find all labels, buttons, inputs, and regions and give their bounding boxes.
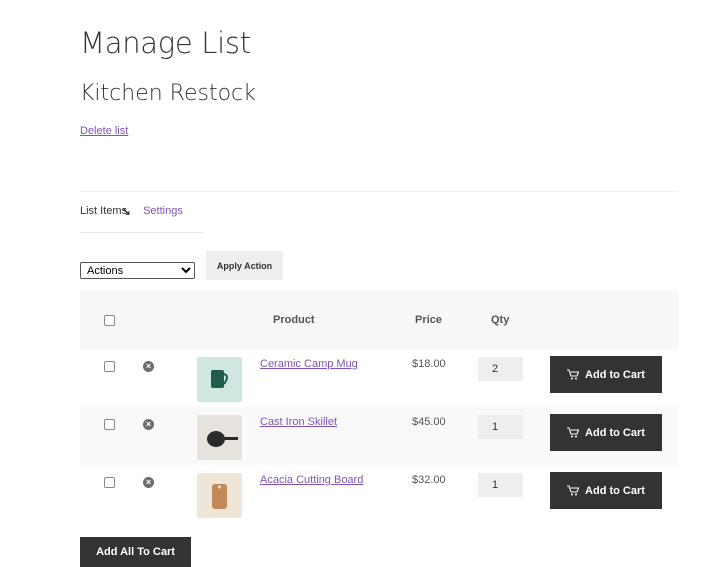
- add-to-cart-button[interactable]: Add to Cart: [550, 472, 662, 509]
- remove-item-icon[interactable]: ×: [143, 419, 154, 430]
- product-thumbnail[interactable]: [197, 473, 242, 518]
- add-to-cart-label: Add to Cart: [585, 368, 645, 381]
- tab-bar: List Items Settings: [80, 205, 183, 233]
- row-checkbox[interactable]: [104, 477, 115, 488]
- row-checkbox[interactable]: [104, 419, 115, 430]
- add-to-cart-button[interactable]: Add to Cart: [550, 414, 662, 451]
- add-to-cart-label: Add to Cart: [585, 484, 645, 497]
- skillet-icon: [207, 431, 238, 447]
- delete-list-link[interactable]: Delete list: [80, 125, 128, 137]
- table-header: Product Price Qty: [80, 291, 678, 349]
- bulk-actions-select[interactable]: Actions: [80, 262, 195, 279]
- header-qty: Qty: [491, 314, 510, 326]
- cart-icon: [567, 427, 580, 438]
- header-price: Price: [415, 314, 442, 326]
- list-name: Kitchen Restock: [80, 81, 256, 106]
- remove-item-icon[interactable]: ×: [143, 477, 154, 488]
- mouse-cursor-icon: ↘: [121, 204, 132, 218]
- header-product: Product: [273, 314, 315, 326]
- divider: [80, 191, 678, 192]
- product-thumbnail[interactable]: [197, 357, 242, 402]
- product-price: $32.00: [412, 474, 446, 486]
- add-to-cart-button[interactable]: Add to Cart: [550, 356, 662, 393]
- table-row: × Cast Iron Skillet $45.00 1 Add to Cart: [80, 407, 678, 465]
- table-row: × Acacia Cutting Board $32.00 1 Add to C…: [80, 465, 678, 523]
- page-title: Manage List: [80, 26, 251, 60]
- product-thumbnail[interactable]: [197, 415, 242, 460]
- product-price: $45.00: [412, 416, 446, 428]
- cart-icon: [567, 369, 580, 380]
- wishlist-table: Product Price Qty × Ceramic Camp Mug $18…: [80, 291, 678, 523]
- tab-settings[interactable]: Settings: [143, 205, 183, 233]
- cutting-board-icon: [212, 484, 227, 509]
- product-link[interactable]: Cast Iron Skillet: [260, 416, 337, 428]
- cart-icon: [567, 485, 580, 496]
- quantity-input[interactable]: 2: [478, 357, 523, 381]
- mug-icon: [211, 370, 228, 388]
- remove-item-icon[interactable]: ×: [143, 361, 154, 372]
- tab-underline: [80, 232, 204, 233]
- select-all-checkbox[interactable]: [104, 315, 115, 326]
- row-checkbox[interactable]: [104, 361, 115, 372]
- quantity-input[interactable]: 1: [478, 415, 523, 439]
- apply-action-button[interactable]: Apply Action: [206, 251, 283, 280]
- product-link[interactable]: Acacia Cutting Board: [260, 474, 363, 486]
- add-to-cart-label: Add to Cart: [585, 426, 645, 439]
- quantity-input[interactable]: 1: [478, 473, 523, 497]
- table-row: × Ceramic Camp Mug $18.00 2 Add to Cart: [80, 349, 678, 407]
- product-price: $18.00: [412, 358, 446, 370]
- product-link[interactable]: Ceramic Camp Mug: [260, 358, 358, 370]
